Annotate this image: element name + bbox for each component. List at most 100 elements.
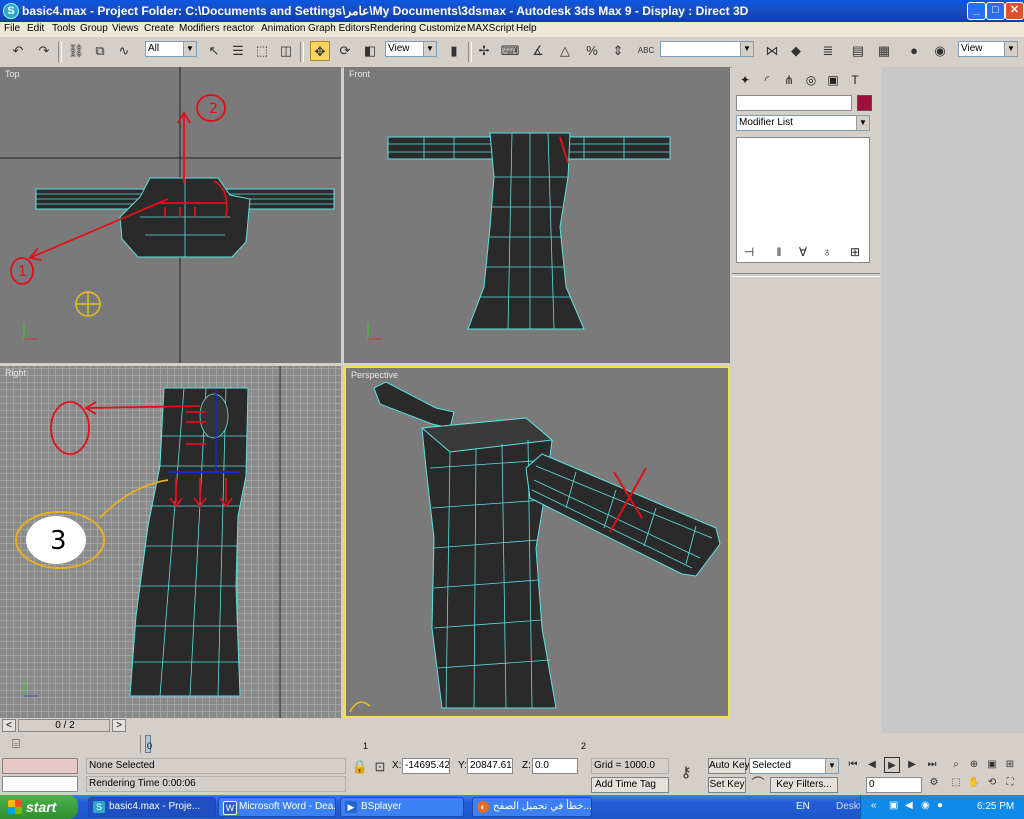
y-coordinate-field[interactable]: 20847.617: [467, 758, 513, 774]
z-coordinate-field[interactable]: 0.0: [532, 758, 578, 774]
redo-icon[interactable]: ↷: [34, 41, 54, 61]
curve-editor-icon[interactable]: ▤: [848, 41, 868, 61]
lock-selection-icon[interactable]: 🔒: [350, 757, 370, 777]
start-button[interactable]: start: [0, 795, 78, 819]
modify-tab-icon[interactable]: ◜: [758, 71, 776, 89]
snaps-toggle-icon[interactable]: ∡: [528, 41, 548, 61]
maximize-viewport-icon[interactable]: ⛶: [1002, 775, 1018, 791]
manipulate-icon[interactable]: ✢: [474, 41, 494, 61]
menu-views[interactable]: Views: [112, 23, 139, 34]
menu-graph-editors[interactable]: Graph Editors: [308, 23, 370, 34]
spinner-snap-icon[interactable]: ⇕: [608, 41, 628, 61]
align-icon[interactable]: ◆: [786, 41, 806, 61]
app-icon[interactable]: S: [3, 3, 19, 19]
zoom-icon[interactable]: ⌕: [948, 757, 964, 773]
maxscript-output-field[interactable]: [2, 776, 78, 792]
select-and-scale-icon[interactable]: ◧: [360, 41, 380, 61]
schematic-view-icon[interactable]: ▦: [874, 41, 894, 61]
mirror-icon[interactable]: ⋈: [762, 41, 782, 61]
volume-icon[interactable]: ◀: [905, 800, 913, 811]
viewport-perspective[interactable]: Perspective: [344, 366, 730, 718]
pin-stack-icon[interactable]: ⊣: [740, 243, 758, 261]
track-bar[interactable]: 0 1 2: [140, 735, 733, 753]
close-button[interactable]: ✕: [1005, 2, 1024, 20]
viewport-front[interactable]: Front: [344, 67, 730, 363]
maximize-button[interactable]: □: [986, 2, 1005, 20]
zoom-all-icon[interactable]: ⊕: [966, 757, 982, 773]
viewport-right[interactable]: 3 Right: [0, 366, 341, 718]
x-coordinate-field[interactable]: -14695.422: [402, 758, 450, 774]
angle-snap-icon[interactable]: △: [555, 41, 575, 61]
time-slider-next-button[interactable]: >: [112, 719, 126, 732]
network-icon[interactable]: ▣: [889, 800, 898, 811]
display-tab-icon[interactable]: ▣: [824, 71, 842, 89]
taskbar-item-firefox[interactable]: ◐ خطأ في تحميل الصفح...: [472, 797, 592, 817]
menu-customize[interactable]: Customize: [419, 23, 466, 34]
viewport-label-top[interactable]: Top: [5, 69, 20, 79]
edit-named-selection-icon[interactable]: ABC: [636, 41, 656, 61]
select-and-link-icon[interactable]: ⛓: [66, 41, 86, 61]
default-in-out-tangents-icon[interactable]: ⌒: [749, 775, 767, 793]
play-icon[interactable]: ▶: [884, 757, 900, 773]
percent-snap-icon[interactable]: %: [582, 41, 602, 61]
tray-app-icon[interactable]: ◉: [921, 800, 930, 811]
menu-create[interactable]: Create: [144, 23, 174, 34]
menu-rendering[interactable]: Rendering: [370, 23, 416, 34]
time-configuration-icon[interactable]: ⚙: [926, 775, 942, 791]
auto-key-button[interactable]: Auto Key: [708, 758, 750, 774]
configure-modifier-sets-icon[interactable]: ⊞: [846, 243, 864, 261]
menu-animation[interactable]: Animation: [261, 23, 305, 34]
set-key-icon[interactable]: ⚷: [676, 763, 696, 783]
time-slider-prev-button[interactable]: <: [2, 719, 16, 732]
rectangular-selection-icon[interactable]: ⬚: [252, 41, 272, 61]
pan-view-icon[interactable]: ✋: [966, 775, 982, 791]
unlink-icon[interactable]: ⧉: [90, 41, 110, 61]
render-type-dropdown[interactable]: View ▼: [958, 41, 1018, 57]
language-indicator[interactable]: EN: [796, 801, 810, 812]
menu-modifiers[interactable]: Modifiers: [179, 23, 220, 34]
set-key-button[interactable]: Set Key: [708, 777, 746, 793]
viewport-label-right[interactable]: Right: [5, 368, 26, 378]
go-to-start-icon[interactable]: ⏮: [845, 757, 861, 773]
add-time-tag-button[interactable]: Add Time Tag: [591, 777, 669, 793]
bind-space-warp-icon[interactable]: ∿: [114, 41, 134, 61]
object-name-field[interactable]: [736, 95, 852, 111]
pivot-point-icon[interactable]: ▮: [444, 41, 464, 61]
viewport-label-perspective[interactable]: Perspective: [351, 370, 398, 380]
remove-modifier-icon[interactable]: ♁: [818, 243, 836, 261]
viewport-label-front[interactable]: Front: [349, 69, 370, 79]
show-end-result-icon[interactable]: ‖: [770, 243, 788, 261]
viewport-top[interactable]: 2 1 Top: [0, 67, 341, 363]
go-to-end-icon[interactable]: ⏭: [924, 757, 940, 773]
menu-tools[interactable]: Tools: [52, 23, 75, 34]
object-color-swatch[interactable]: [857, 95, 872, 111]
undo-icon[interactable]: ↶: [8, 41, 28, 61]
make-unique-icon[interactable]: ∀: [794, 243, 812, 261]
region-zoom-icon[interactable]: ⬚: [948, 775, 964, 791]
zoom-extents-all-icon[interactable]: ⊞: [1002, 757, 1018, 773]
select-and-rotate-icon[interactable]: ⟳: [335, 41, 355, 61]
maxscript-listener-field[interactable]: [2, 758, 78, 774]
key-filters-button[interactable]: Key Filters...: [770, 777, 838, 793]
zoom-extents-icon[interactable]: ▣: [984, 757, 1000, 773]
menu-help[interactable]: Help: [516, 23, 537, 34]
current-frame-field[interactable]: 0: [866, 777, 922, 793]
menu-group[interactable]: Group: [80, 23, 108, 34]
keyboard-shortcut-icon[interactable]: ⌨: [500, 41, 520, 61]
modifier-list-dropdown[interactable]: Modifier List ▼: [736, 115, 870, 131]
taskbar-item-bsplayer[interactable]: ▶ BSplayer: [340, 797, 464, 817]
motion-tab-icon[interactable]: ◎: [802, 71, 820, 89]
create-tab-icon[interactable]: ✦: [736, 71, 754, 89]
transform-type-in-icon[interactable]: ⊡: [370, 757, 390, 777]
arc-rotate-icon[interactable]: ⟲: [984, 775, 1000, 791]
menu-edit[interactable]: Edit: [27, 23, 44, 34]
menu-file[interactable]: File: [4, 23, 20, 34]
key-mode-dropdown[interactable]: Selected ▼: [749, 758, 839, 774]
named-selection-sets-dropdown[interactable]: ▼: [660, 41, 754, 57]
layer-manager-icon[interactable]: ≣: [818, 41, 838, 61]
menu-reactor[interactable]: reactor: [223, 23, 254, 34]
select-and-move-icon[interactable]: ✥: [310, 41, 330, 61]
render-scene-icon[interactable]: ◉: [930, 41, 950, 61]
hierarchy-tab-icon[interactable]: ⋔: [780, 71, 798, 89]
tray-expand-icon[interactable]: «: [871, 800, 877, 811]
